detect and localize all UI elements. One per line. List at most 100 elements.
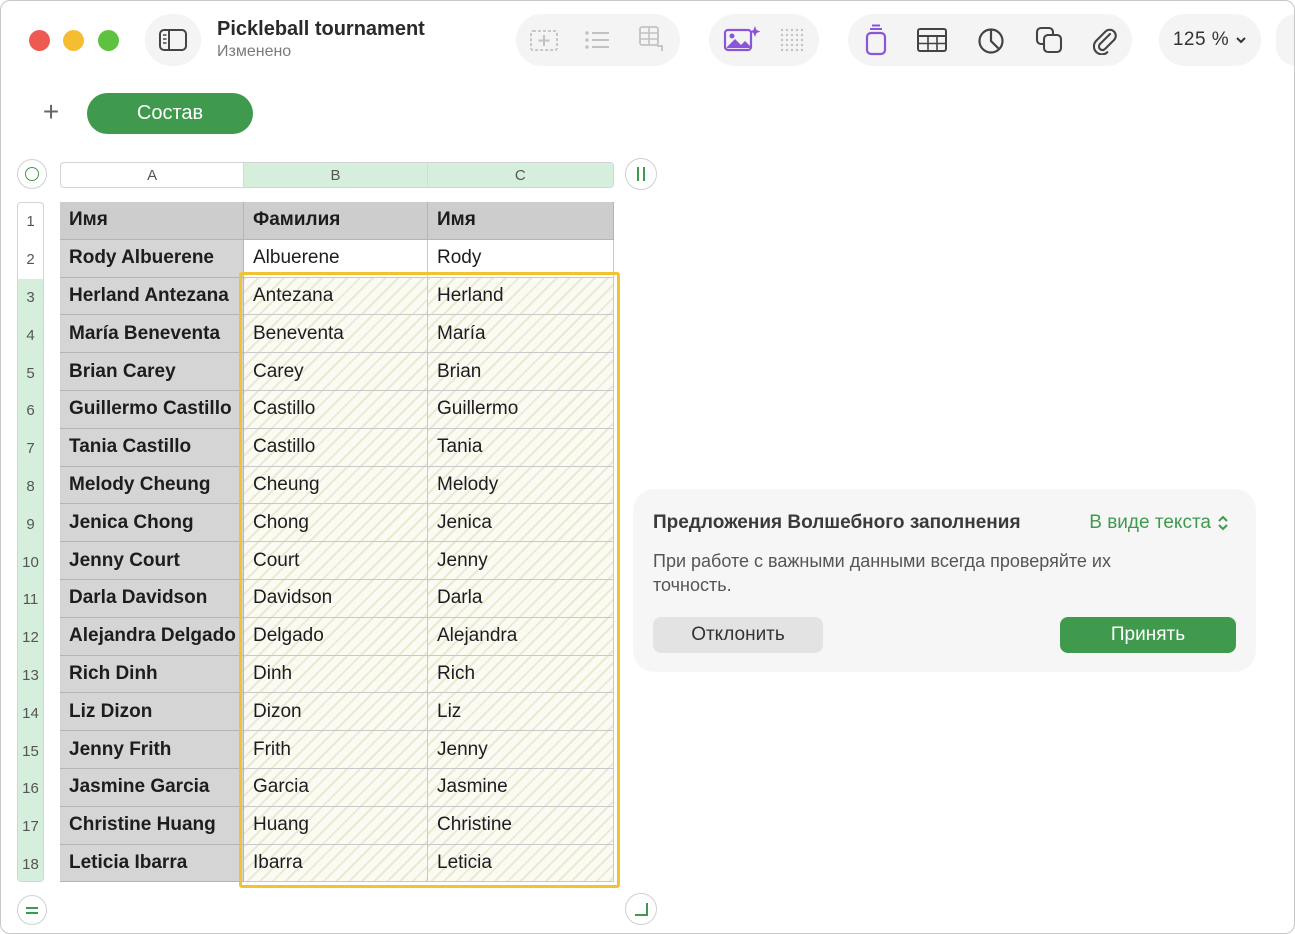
table-cell[interactable]: Brian Carey [60,353,244,391]
list-button[interactable] [581,25,613,55]
table-cell[interactable]: Liz [428,693,614,732]
table-cell[interactable]: Jenny [428,542,614,580]
add-row-handle[interactable] [17,895,47,925]
table-cell[interactable]: Christine Huang [60,806,244,845]
table-cell[interactable]: Jenny [428,731,614,769]
table-cell[interactable]: María Beneventa [60,315,244,354]
dotted-grid-button[interactable] [777,25,807,55]
row-header-11[interactable]: 11 [18,581,43,619]
row-header-17[interactable]: 17 [18,807,43,846]
table-cell[interactable]: Beneventa [244,315,428,354]
document-title[interactable]: Pickleball tournament [217,18,425,41]
table-cell[interactable]: Dizon [244,693,428,732]
table-cell[interactable]: Cheung [244,466,428,505]
column-header-b[interactable]: B [244,163,428,187]
table-cell[interactable]: Jenny Frith [60,731,244,769]
table-cell[interactable]: Alejandra Delgado [60,617,244,656]
format-button[interactable] [861,23,891,57]
table-cell[interactable]: Rody Albuerene [60,239,244,278]
table-resize-handle[interactable] [625,893,657,925]
row-header-16[interactable]: 16 [18,770,43,808]
table-cell[interactable]: Frith [244,731,428,769]
table-cell[interactable]: Melody [428,466,614,505]
table-cell[interactable]: Leticia [428,844,614,883]
row-header-7[interactable]: 7 [18,429,43,468]
table-cell[interactable]: Brian [428,353,614,391]
table-cell[interactable]: Melody Cheung [60,466,244,505]
column-header-a[interactable]: A [61,163,245,187]
row-header-18[interactable]: 18 [18,845,43,881]
table-cell[interactable]: Jasmine Garcia [60,769,244,807]
table-header-cell[interactable]: Имя [428,202,614,240]
zoom-menu[interactable]: 125 % [1159,14,1261,66]
table-cell[interactable]: Antezana [244,277,428,316]
table-cell[interactable]: Christine [428,806,614,845]
table-select-handle[interactable] [17,159,47,189]
table-cell[interactable]: Jenica [428,504,614,543]
minimize-window-button[interactable] [63,30,84,51]
sheet-tab-active[interactable]: Состав [87,93,253,134]
table-cell[interactable]: Castillo [244,428,428,467]
row-header-3[interactable]: 3 [18,278,43,317]
table-cell[interactable]: Herland [428,277,614,316]
table-cell[interactable]: Davidson [244,580,428,618]
table-header-cell[interactable]: Фамилия [244,202,428,240]
table-cell[interactable]: Jasmine [428,769,614,807]
table-cell[interactable]: Guillermo [428,391,614,429]
table-add-button[interactable] [635,23,669,55]
row-header-15[interactable]: 15 [18,732,43,770]
table-cell[interactable]: María [428,315,614,354]
table-button[interactable] [915,25,949,55]
shapes-button[interactable] [1032,23,1066,57]
fill-mode-dropdown[interactable]: В виде текста [1089,512,1229,534]
table-cell[interactable]: Huang [244,806,428,845]
add-text-box-button[interactable] [527,25,561,55]
row-header-6[interactable]: 6 [18,392,43,430]
row-header-10[interactable]: 10 [18,543,43,581]
table-cell[interactable]: Delgado [244,617,428,656]
table-cell[interactable]: Leticia Ibarra [60,844,244,883]
table-cell[interactable]: Court [244,542,428,580]
decline-button[interactable]: Отклонить [653,617,823,653]
table-cell[interactable]: Herland Antezana [60,277,244,316]
table-cell[interactable]: Tania [428,428,614,467]
table-cell[interactable]: Rich [428,655,614,694]
sidebar-toggle-button[interactable] [145,14,201,66]
table-cell[interactable]: Castillo [244,391,428,429]
table-cell[interactable]: Liz Dizon [60,693,244,732]
row-header-14[interactable]: 14 [18,694,43,733]
table-cell[interactable]: Darla Davidson [60,580,244,618]
table-cell[interactable]: Jenny Court [60,542,244,580]
close-window-button[interactable] [29,30,50,51]
column-header-c[interactable]: C [427,163,613,187]
row-header-5[interactable]: 5 [18,354,43,392]
table-cell[interactable]: Jenica Chong [60,504,244,543]
table-header-cell[interactable]: Имя [60,202,244,240]
row-header-1[interactable]: 1 [18,203,43,241]
row-header-4[interactable]: 4 [18,316,43,355]
table-cell[interactable]: Darla [428,580,614,618]
toolbar-overflow[interactable] [1276,14,1294,66]
table-cell[interactable]: Ibarra [244,844,428,883]
attachment-button[interactable] [1089,23,1119,57]
add-sheet-button[interactable]: + [39,98,63,127]
table-cell[interactable]: Rich Dinh [60,655,244,694]
zoom-window-button[interactable] [98,30,119,51]
table-cell[interactable]: Tania Castillo [60,428,244,467]
table-cell[interactable]: Alejandra [428,617,614,656]
table-cell[interactable]: Albuerene [244,239,428,278]
table-cell[interactable]: Carey [244,353,428,391]
chart-button[interactable] [975,25,1007,57]
add-column-handle[interactable] [625,158,657,190]
table-cell[interactable]: Chong [244,504,428,543]
accept-button[interactable]: Принять [1060,617,1236,653]
table-cell[interactable]: Rody [428,239,614,278]
row-header-13[interactable]: 13 [18,656,43,695]
table-cell[interactable]: Garcia [244,769,428,807]
row-header-2[interactable]: 2 [18,241,43,279]
table-cell[interactable]: Dinh [244,655,428,694]
table-cell[interactable]: Guillermo Castillo [60,391,244,429]
row-header-9[interactable]: 9 [18,505,43,544]
row-header-12[interactable]: 12 [18,618,43,657]
row-header-8[interactable]: 8 [18,467,43,506]
